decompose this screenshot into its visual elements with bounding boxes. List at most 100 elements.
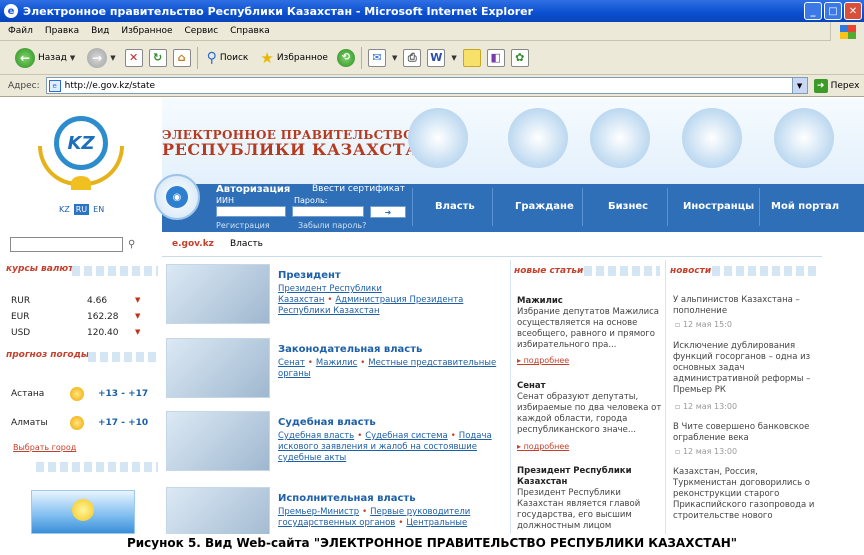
- forward-button[interactable]: → ▼: [84, 45, 118, 71]
- block-link[interactable]: Сенат: [278, 358, 305, 368]
- web-page: KZ KZ RU EN ⚲ курсы валют RUR 4.66 ▼ EUR…: [0, 98, 864, 534]
- sun-icon: [70, 416, 84, 430]
- maximize-button[interactable]: □: [824, 2, 842, 20]
- promo-banner[interactable]: [31, 490, 135, 534]
- menu-help[interactable]: Справка: [230, 26, 270, 36]
- refresh-icon[interactable]: ↻: [148, 48, 167, 67]
- nav-government[interactable]: Власть: [435, 201, 475, 212]
- breadcrumb-site[interactable]: e.gov.kz: [172, 239, 214, 249]
- minimize-button[interactable]: _: [804, 2, 822, 20]
- articles-heading: новые статьи: [514, 266, 584, 276]
- nav-my-portal[interactable]: Мой портал: [771, 201, 839, 212]
- block-link[interactable]: Судебная система: [365, 431, 448, 441]
- password-input[interactable]: [292, 206, 364, 217]
- site-header: ЭЛЕКТРОННОЕ ПРАВИТЕЛЬСТВО РЕСПУБЛИКИ КАЗ…: [162, 98, 864, 184]
- address-input[interactable]: e http://e.gov.kz/state ▼: [45, 77, 808, 94]
- article-item: Президент Республики Казахстан Президент…: [517, 466, 663, 532]
- breadcrumb-current: Власть: [230, 239, 263, 249]
- iin-label: ИИН: [216, 196, 234, 205]
- block-link[interactable]: Мажилис: [316, 358, 357, 368]
- news-text[interactable]: В Чите совершено банковское ограбление в…: [673, 422, 809, 443]
- main-navigation: ◉ Авторизация Ввести сертификат ИИН Паро…: [154, 174, 864, 232]
- back-arrow-icon: ←: [15, 47, 35, 68]
- lang-en[interactable]: EN: [91, 204, 106, 215]
- news-text[interactable]: Казахстан, Россия, Туркменистан договори…: [673, 467, 814, 521]
- go-button[interactable]: ➜ Перех: [813, 78, 860, 93]
- article-text: Избрание депутатов Мажилиса осуществляет…: [517, 307, 660, 350]
- menu-file[interactable]: Файл: [8, 26, 33, 36]
- article-text: Сенат образуют депутаты, избираемые по д…: [517, 392, 662, 435]
- print-icon[interactable]: ⎙: [403, 48, 422, 67]
- news-item: В Чите совершено банковское ограбление в…: [673, 422, 815, 444]
- login-button[interactable]: ➜: [370, 206, 406, 218]
- nav-citizens[interactable]: Граждане: [515, 201, 574, 212]
- block-title[interactable]: Президент: [278, 270, 341, 281]
- news-text[interactable]: Исключение дублирования функций госорган…: [673, 341, 810, 395]
- menu-edit[interactable]: Правка: [45, 26, 79, 36]
- block-link[interactable]: Премьер-Министр: [278, 507, 359, 517]
- currency-row: USD 120.40 ▼: [11, 328, 141, 338]
- site-search-input[interactable]: [10, 237, 123, 252]
- authority-block: Исполнительная власть Премьер-Министр • Пе…: [166, 487, 506, 534]
- search-icon[interactable]: ⚲: [128, 239, 140, 251]
- parliament-photo[interactable]: [166, 338, 270, 398]
- block-title[interactable]: Судебная власть: [278, 417, 376, 428]
- choose-city-link[interactable]: Выбрать город: [13, 443, 76, 452]
- home-icon[interactable]: ⌂: [172, 48, 191, 67]
- back-button[interactable]: ← Назад ▼: [12, 45, 78, 71]
- menu-tools[interactable]: Сервис: [185, 26, 219, 36]
- register-link[interactable]: Регистрация: [216, 221, 270, 230]
- window-titlebar: e Электронное правительство Республики К…: [0, 0, 864, 22]
- messenger-icon[interactable]: ◧: [486, 48, 505, 67]
- nav-foreigners[interactable]: Иностранцы: [683, 201, 754, 212]
- windows-logo: [830, 22, 864, 41]
- more-link[interactable]: подробнее: [517, 442, 570, 451]
- news-item: Казахстан, Россия, Туркменистан договори…: [673, 467, 815, 533]
- news-heading: новости: [670, 266, 712, 276]
- lang-kz[interactable]: KZ: [57, 204, 72, 215]
- note-icon[interactable]: [462, 48, 481, 67]
- favorites-button[interactable]: ★ Избранное: [257, 45, 331, 71]
- lang-ru[interactable]: RU: [73, 204, 90, 215]
- menu-view[interactable]: Вид: [91, 26, 109, 36]
- judiciary-photo[interactable]: [166, 411, 270, 471]
- citizens-icon[interactable]: [508, 108, 568, 168]
- iin-input[interactable]: [216, 206, 286, 217]
- dropdown-arrow-icon[interactable]: ▼: [392, 54, 397, 62]
- more-link[interactable]: подробнее: [517, 356, 570, 365]
- dropdown-arrow-icon[interactable]: ▼: [451, 54, 456, 62]
- history-icon[interactable]: ⟲: [336, 48, 355, 67]
- ie-icon: e: [4, 4, 18, 18]
- search-button[interactable]: ⚲ Поиск: [204, 45, 252, 71]
- authority-block: Президент Президент Республики Казахстан…: [166, 264, 506, 326]
- address-dropdown-icon[interactable]: ▼: [791, 78, 807, 93]
- currency-row: EUR 162.28 ▼: [11, 312, 141, 322]
- block-title[interactable]: Исполнительная власть: [278, 493, 416, 504]
- block-link[interactable]: Центральные: [406, 518, 467, 528]
- mail-icon[interactable]: ✉: [367, 48, 386, 67]
- government-icon[interactable]: [408, 108, 468, 168]
- stop-icon[interactable]: ✕: [124, 48, 143, 67]
- president-photo[interactable]: [166, 264, 270, 324]
- forgot-password-link[interactable]: Забыли пароль?: [298, 221, 366, 230]
- article-title[interactable]: Мажилис: [517, 296, 563, 306]
- nav-business[interactable]: Бизнес: [608, 201, 648, 212]
- portal-icon[interactable]: [774, 108, 834, 168]
- news-text[interactable]: У альпинистов Казахстана – пополнение: [673, 295, 800, 316]
- business-icon[interactable]: [590, 108, 650, 168]
- magnifier-icon: ⚲: [206, 49, 217, 66]
- block-title[interactable]: Законодательная власть: [278, 344, 422, 355]
- sun-icon: [70, 387, 84, 401]
- close-button[interactable]: ✕: [844, 2, 862, 20]
- article-title[interactable]: Сенат: [517, 381, 546, 391]
- globe-icon[interactable]: [682, 108, 742, 168]
- block-link[interactable]: Судебная власть: [278, 431, 354, 441]
- article-title[interactable]: Президент Республики Казахстан: [517, 466, 632, 487]
- enter-certificate-link[interactable]: Ввести сертификат: [312, 184, 405, 194]
- word-icon[interactable]: W: [427, 48, 446, 67]
- menu-favorites[interactable]: Избранное: [121, 26, 172, 36]
- article-item: Сенат Сенат образуют депутаты, избираемы…: [517, 381, 663, 436]
- executive-photo[interactable]: [166, 487, 270, 534]
- kz-emblem-logo[interactable]: KZ: [34, 106, 128, 198]
- plugin-icon[interactable]: ✿: [510, 48, 529, 67]
